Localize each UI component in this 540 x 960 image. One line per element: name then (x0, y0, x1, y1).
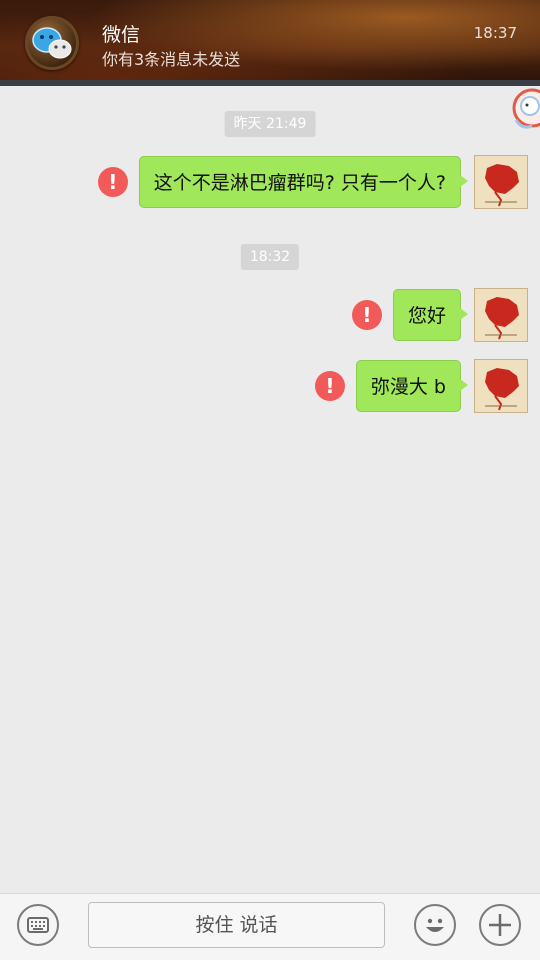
keyboard-icon (27, 917, 49, 933)
avatar[interactable] (474, 288, 528, 342)
emoji-icon (426, 918, 444, 932)
message-row: ! 您好 (351, 288, 528, 342)
chat-timestamp: 昨天 21:49 (224, 111, 316, 137)
chat-timestamp: 18:32 (240, 244, 300, 270)
hold-to-talk-button[interactable]: 按住 说话 (88, 902, 385, 948)
keyboard-button[interactable] (17, 904, 59, 946)
chat-input-bar: 按住 说话 (0, 893, 540, 960)
send-failed-icon[interactable]: ! (314, 371, 345, 401)
wechat-icon (25, 16, 79, 70)
message-row: ! 这个不是淋巴瘤群吗? 只有一个人? (97, 155, 528, 209)
message-row: ! 弥漫大 b (314, 359, 528, 413)
plus-button[interactable] (479, 904, 521, 946)
avatar[interactable] (474, 359, 528, 413)
message-bubble[interactable]: 这个不是淋巴瘤群吗? 只有一个人? (138, 156, 469, 208)
notification-time: 18:37 (473, 24, 517, 42)
sticker-icon (502, 86, 540, 142)
emoji-button[interactable] (414, 904, 456, 946)
notification-banner[interactable]: 微信 你有3条消息未发送 18:37 (0, 0, 540, 86)
notification-title: 微信 (102, 24, 141, 46)
notification-message: 你有3条消息未发送 (102, 50, 241, 69)
message-bubble[interactable]: 您好 (392, 289, 469, 341)
message-bubble[interactable]: 弥漫大 b (355, 360, 469, 412)
send-failed-icon[interactable]: ! (97, 167, 128, 197)
plus-icon (489, 914, 511, 936)
avatar[interactable] (474, 155, 528, 209)
send-failed-icon[interactable]: ! (351, 300, 382, 330)
